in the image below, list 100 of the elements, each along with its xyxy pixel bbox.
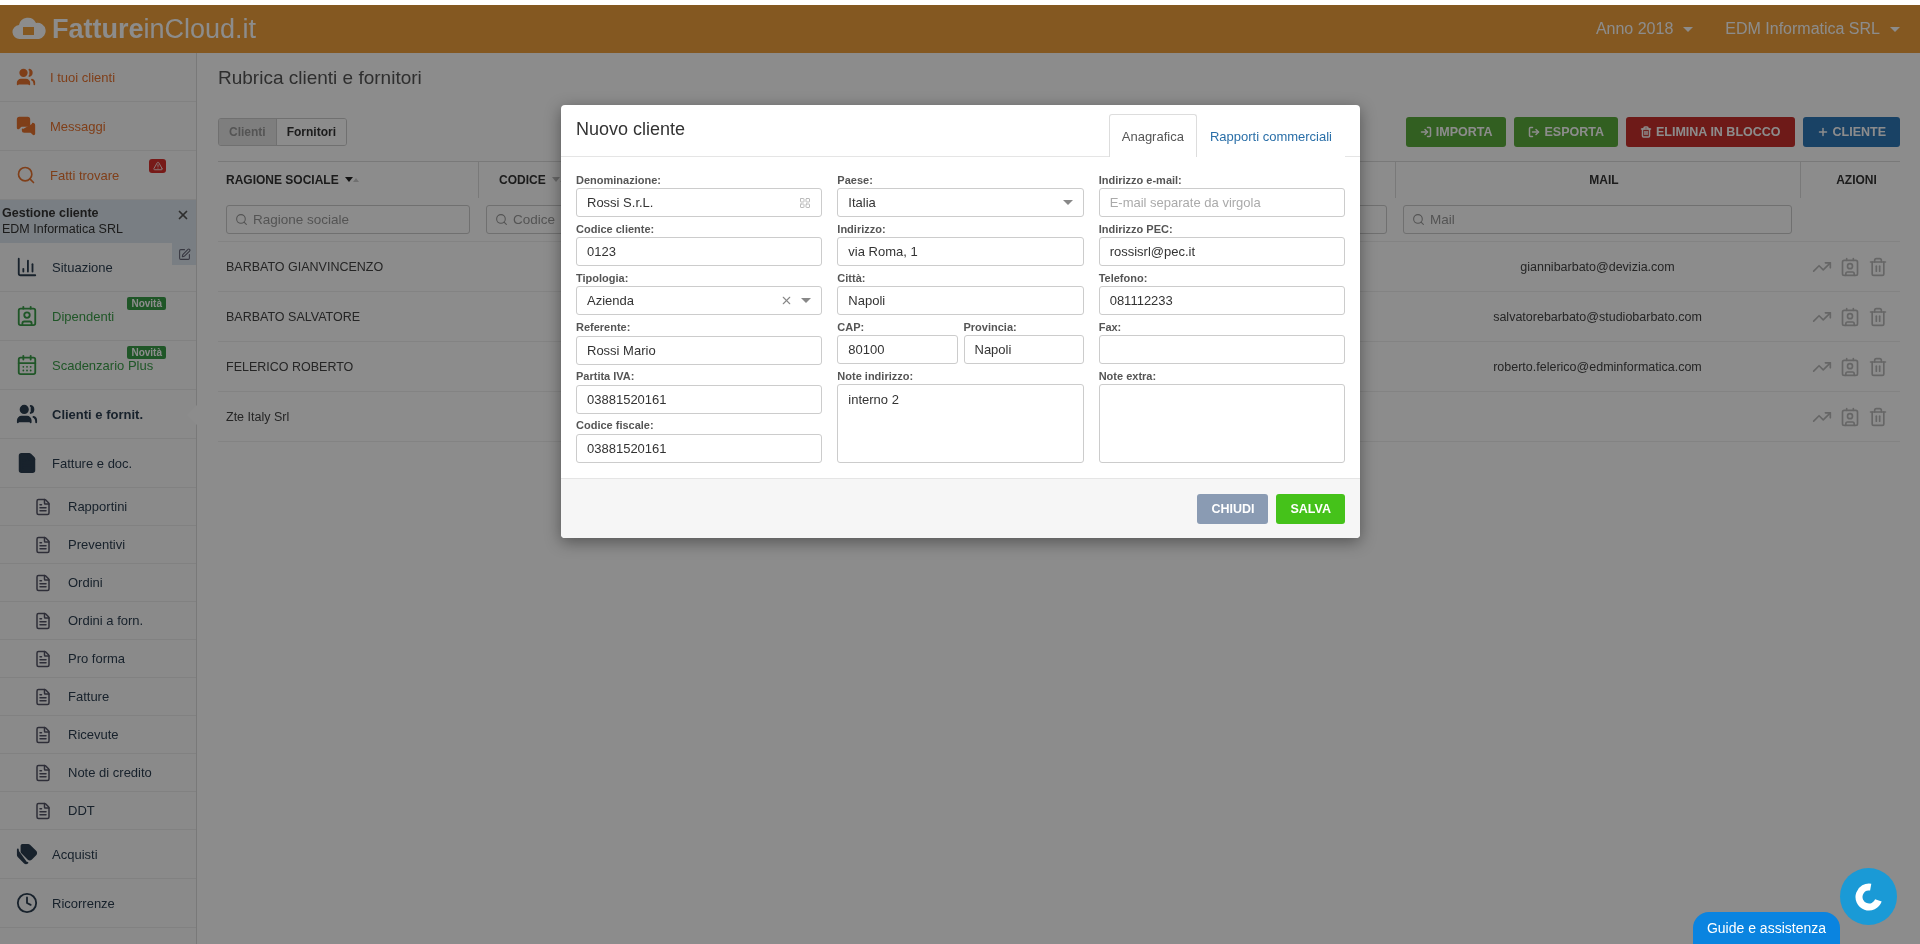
input-field[interactable]: Napoli bbox=[963, 335, 1084, 364]
input-field[interactable]: 03881520161 bbox=[576, 384, 823, 414]
dialog-title: Nuovo cliente bbox=[576, 119, 686, 140]
close-icon[interactable] bbox=[176, 208, 190, 222]
field-label: Telefono: bbox=[1098, 270, 1149, 286]
field-label: Referente: bbox=[576, 320, 632, 335]
login-icon bbox=[1419, 126, 1432, 138]
field-label: Note indirizzo: bbox=[837, 368, 915, 384]
dialog-tab[interactable]: Anagrafica bbox=[1108, 114, 1197, 157]
new-badge: Novità bbox=[127, 297, 166, 310]
id-card-icon[interactable] bbox=[1840, 306, 1860, 327]
select-field[interactable]: Italia bbox=[837, 188, 1084, 217]
calendar-icon bbox=[16, 354, 38, 376]
sidebar-label: Fatture e doc. bbox=[52, 455, 133, 471]
input-field[interactable]: 0123 bbox=[576, 237, 823, 267]
sidebar-subitem[interactable]: DDT bbox=[0, 792, 196, 830]
search-icon bbox=[16, 165, 36, 185]
column-header[interactable]: RAGIONE SOCIALE bbox=[226, 173, 339, 187]
sidebar-label: Scadenzario Plus bbox=[52, 357, 154, 373]
sidebar-subitem[interactable]: Ordini bbox=[0, 564, 196, 602]
chat-logo-icon bbox=[1854, 882, 1883, 911]
action-button[interactable]: ELIMINA IN BLOCCO bbox=[1626, 117, 1795, 147]
sidebar-subitem[interactable]: Note di credito bbox=[0, 754, 196, 792]
close-button[interactable]: CHIUDI bbox=[1197, 493, 1269, 524]
document-icon bbox=[34, 497, 52, 516]
textarea-field[interactable] bbox=[1098, 384, 1345, 463]
input-field[interactable]: 80100 bbox=[837, 335, 958, 364]
grid-icon bbox=[799, 196, 812, 209]
sidebar-subitem[interactable]: Ricevute bbox=[0, 716, 196, 754]
trash-icon bbox=[1640, 126, 1652, 138]
sidebar-subitem[interactable]: Fatture bbox=[0, 678, 196, 716]
sidebar-item[interactable]: Fatture e doc. bbox=[0, 439, 196, 488]
field-label: Fax: bbox=[1098, 319, 1123, 335]
clock-icon bbox=[16, 892, 38, 914]
table-cell: BARBATO GIANVINCENZO bbox=[218, 242, 478, 292]
field-label: Tipologia: bbox=[576, 270, 630, 286]
sidebar-subitem[interactable]: Rapportini bbox=[0, 488, 196, 526]
sidebar-item[interactable]: Novità Dipendenti bbox=[0, 292, 196, 341]
sort-icon[interactable] bbox=[344, 176, 359, 184]
field-label: Partita IVA: bbox=[576, 369, 636, 385]
sidebar-subitem[interactable]: Preventivi bbox=[0, 526, 196, 564]
action-button[interactable]: CLIENTE bbox=[1802, 117, 1900, 147]
plus-icon bbox=[1816, 126, 1829, 138]
logout-icon bbox=[1528, 126, 1541, 138]
input-field[interactable]: 03881520161 bbox=[576, 433, 823, 463]
edit-icon bbox=[177, 247, 191, 261]
sidebar-item[interactable]: Novità Scadenzario Plus bbox=[0, 341, 196, 390]
id-card-icon bbox=[16, 305, 38, 327]
new-badge: Novità bbox=[127, 346, 166, 359]
document-icon bbox=[34, 801, 52, 820]
bar-chart-icon bbox=[16, 256, 38, 278]
search-icon bbox=[1412, 213, 1425, 226]
table-cell: FELERICO ROBERTO bbox=[218, 342, 478, 392]
input-field[interactable] bbox=[1098, 335, 1345, 364]
trash-icon[interactable] bbox=[1868, 356, 1888, 377]
sidebar-item[interactable]: Situazione bbox=[0, 243, 196, 292]
sidebar-label: Dipendenti bbox=[52, 308, 115, 324]
sidebar-item[interactable]: Clienti e fornit. bbox=[0, 390, 196, 439]
input-field[interactable]: Rossi S.r.L. bbox=[576, 188, 823, 217]
sidebar-label: Situazione bbox=[52, 259, 113, 275]
column-header[interactable]: MAIL bbox=[1589, 173, 1619, 187]
sidebar-label: Acquisti bbox=[52, 846, 98, 862]
trash-icon[interactable] bbox=[1868, 406, 1888, 427]
input-field[interactable]: Rossi Mario bbox=[576, 335, 823, 365]
document-icon bbox=[16, 452, 38, 474]
trash-icon[interactable] bbox=[1868, 306, 1888, 327]
input-field[interactable]: via Roma, 1 bbox=[837, 237, 1084, 266]
table-cell: salvatorebarbato@studiobarbato.com bbox=[1493, 309, 1702, 324]
edit-button[interactable] bbox=[172, 243, 196, 265]
id-card-icon[interactable] bbox=[1840, 406, 1860, 427]
table-cell: giannibarbato@devizia.com bbox=[1520, 259, 1675, 274]
id-card-icon[interactable] bbox=[1840, 256, 1860, 277]
field-label: Codice fiscale: bbox=[576, 418, 655, 434]
textarea-field[interactable]: interno 2 bbox=[837, 384, 1084, 463]
input-field[interactable]: 081112233 bbox=[1098, 286, 1345, 315]
column-header[interactable]: AZIONI bbox=[1836, 173, 1877, 187]
sidebar-subitem[interactable]: Pro forma bbox=[0, 640, 196, 678]
id-card-icon[interactable] bbox=[1840, 356, 1860, 377]
sidebar-subitem[interactable]: Ordini a forn. bbox=[0, 602, 196, 640]
sidebar-item[interactable]: Ricorrenze bbox=[0, 879, 196, 928]
document-icon bbox=[34, 573, 52, 592]
chat-button[interactable] bbox=[1840, 868, 1897, 925]
field-label: Indirizzo: bbox=[837, 221, 887, 237]
field-label: Note extra: bbox=[1098, 368, 1158, 384]
field-label: Codice cliente: bbox=[576, 221, 656, 237]
field-label: Indirizzo e-mail: bbox=[1098, 172, 1183, 188]
document-icon bbox=[34, 725, 52, 744]
client-panel-title: Gestione cliente bbox=[2, 206, 99, 220]
field-label: Provincia: bbox=[963, 319, 1018, 335]
sidebar-item[interactable]: Acquisti bbox=[0, 830, 196, 879]
sidebar-label: Clienti e fornit. bbox=[52, 406, 143, 422]
cloud-logo-icon bbox=[12, 17, 46, 41]
column-header[interactable]: CODICE bbox=[499, 173, 546, 187]
trash-icon[interactable] bbox=[1868, 256, 1888, 277]
users-icon bbox=[16, 403, 38, 425]
caret-icon bbox=[801, 298, 812, 304]
input-field[interactable]: rossisrl@pec.it bbox=[1098, 237, 1345, 266]
select-field[interactable]: Azienda bbox=[576, 286, 823, 316]
help-button[interactable]: Guide e assistenza bbox=[1692, 912, 1840, 944]
input-field[interactable]: Napoli bbox=[837, 286, 1084, 315]
